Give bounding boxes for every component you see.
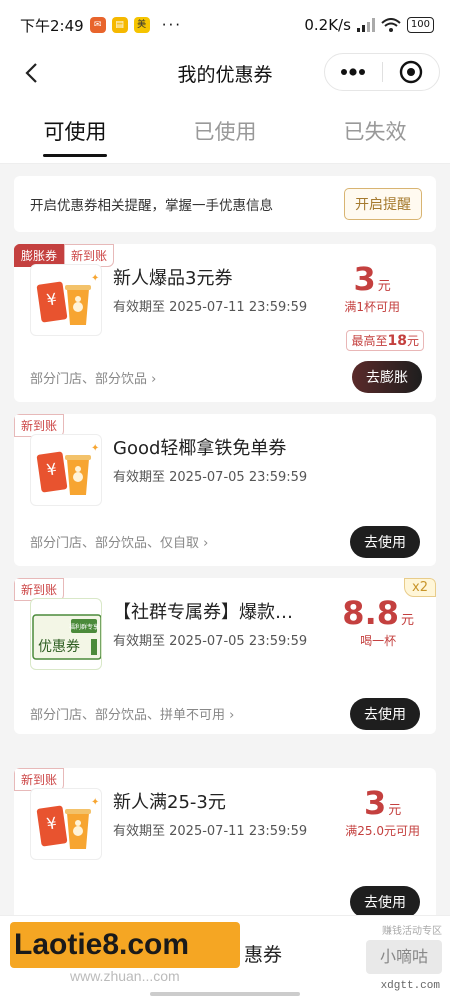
coupon-value: 8.8 元 喝一杯 [342, 594, 414, 649]
coupon-name: 新人满25-3元 [113, 792, 226, 813]
svg-text:✦: ✦ [91, 273, 99, 284]
svg-text:✦: ✦ [91, 443, 99, 454]
status-left: 下午2:49 ✉ ▤ 美 ··· [20, 15, 182, 36]
voucher-stamp: 福利群专享 [69, 623, 99, 631]
coupon-card[interactable]: 新到账 x2 优惠券 福利群专享 【社群专属券】爆款… 有效期至 2025-07… [14, 578, 436, 734]
max-value: 18 [387, 333, 407, 349]
app-notification-icon: ✉ [89, 17, 106, 33]
chevron-right-icon: › [151, 372, 157, 387]
more-menu-button[interactable] [325, 54, 382, 90]
coupon-scope-link[interactable]: 部分门店、部分饮品、仅自取 › [30, 532, 208, 551]
home-indicator [150, 992, 300, 996]
network-speed: 0.2K/s [304, 16, 351, 34]
coupon-card[interactable]: 新到账 ¥ ✦ Good轻椰拿铁免单券 有效期至 2025-07-05 23:5… [14, 414, 436, 566]
voucher-label: 优惠券 [38, 639, 80, 655]
reminder-text: 开启优惠券相关提醒，掌握一手优惠信息 [30, 198, 273, 214]
coupon-drink-icon: ¥ ✦ [36, 797, 99, 849]
bottom-coupon-label[interactable]: 惠券 [244, 940, 282, 967]
status-right: 0.2K/s 100 [304, 16, 434, 34]
coupon-thumbnail: ¥ ✦ [30, 264, 102, 336]
coupon-unit: 元 [400, 613, 414, 628]
max-value-badge: 最高至18元 [346, 330, 424, 351]
watermark-url: xdgtt.com [380, 980, 440, 992]
coupon-amount: 8.8 [342, 594, 399, 632]
tab-available[interactable]: 可使用 [0, 96, 150, 163]
coupon-thumbnail: 优惠券 福利群专享 [30, 598, 102, 670]
app-notification-icon: 美 [133, 17, 150, 33]
more-dots-icon [341, 68, 366, 76]
coupon-thumbnail: ¥ ✦ [30, 788, 102, 860]
coupon-name: 【社群专属券】爆款… [113, 602, 293, 623]
coupon-amount: 3 [353, 260, 376, 298]
coupon-tabs: 可使用 已使用 已失效 [0, 96, 450, 164]
battery-icon: 100 [406, 17, 434, 33]
chevron-right-icon: › [229, 708, 235, 723]
green-voucher-icon: 优惠券 福利群专享 [32, 614, 101, 660]
coupon-condition: 满1杯可用 [344, 300, 400, 314]
watermark-sub-text: www.zhuan...com [70, 968, 180, 984]
expand-coupon-button[interactable]: 去膨胀 [352, 361, 422, 393]
use-coupon-button[interactable]: 去使用 [350, 698, 420, 730]
coupon-validity: 有效期至 2025-07-05 23:59:59 [113, 634, 308, 649]
tab-used[interactable]: 已使用 [150, 96, 300, 163]
tab-expired[interactable]: 已失效 [300, 96, 450, 163]
mini-program-capsule [324, 53, 440, 91]
coupon-validity: 有效期至 2025-07-11 23:59:59 [113, 824, 308, 839]
app-notification-icon: ▤ [111, 17, 128, 33]
status-time: 下午2:49 [20, 16, 84, 35]
max-label: 最高至 [351, 334, 388, 348]
coupon-value: 3元 满25.0元可用 [345, 784, 420, 839]
close-mini-program-button[interactable] [382, 54, 439, 90]
coupon-thumbnail: ¥ ✦ [30, 434, 102, 506]
coupon-value: 3元 满1杯可用 [344, 260, 400, 315]
coupon-amount: 3 [363, 784, 387, 822]
watermark-right-badge: 小嘀咕 [366, 940, 442, 974]
back-arrow-icon[interactable] [18, 58, 48, 88]
coupon-name: Good轻椰拿铁免单券 [113, 438, 287, 459]
coupon-drink-icon: ¥ ✦ [36, 443, 99, 495]
max-unit: 元 [406, 334, 419, 348]
target-close-icon [399, 60, 422, 84]
svg-text:✦: ✦ [91, 797, 99, 808]
wifi-icon [381, 18, 401, 32]
coupon-card[interactable]: 膨胀券 新到账 ¥ ✦ 新人爆品3元券 有效期至 2025-07-11 23:5… [14, 244, 436, 402]
coupon-name: 新人爆品3元券 [113, 268, 233, 289]
use-coupon-button[interactable]: 去使用 [350, 886, 420, 918]
coupon-card[interactable]: 新到账 ¥ ✦ 新人满25-3元 有效期至 2025-07-11 23:59:5… [14, 768, 436, 928]
watermark-logo-text: Laotie8.com [14, 928, 190, 961]
coupon-scope-link[interactable]: 部分门店、部分饮品 › [30, 368, 156, 387]
nav-bar: 我的优惠券 [0, 50, 450, 96]
reminder-notice: 开启优惠券相关提醒，掌握一手优惠信息 开启提醒 [14, 176, 436, 232]
coupon-unit: 元 [377, 279, 391, 294]
coupon-validity: 有效期至 2025-07-05 23:59:59 [113, 470, 308, 485]
coupon-condition: 满25.0元可用 [345, 824, 420, 838]
status-more: ··· [161, 16, 182, 34]
coupon-validity: 有效期至 2025-07-11 23:59:59 [113, 300, 308, 315]
coupon-scope: 部分门店、部分饮品、仅自取 [30, 536, 200, 551]
coupon-scope: 部分门店、部分饮品 [30, 372, 148, 387]
signal-icon [356, 18, 375, 32]
coupon-scope: 部分门店、部分饮品、拼单不可用 [30, 708, 226, 723]
watermark-small-text: 赚钱活动专区 [382, 926, 442, 937]
coupon-unit: 元 [388, 803, 402, 818]
use-coupon-button[interactable]: 去使用 [350, 526, 420, 558]
chevron-right-icon: › [203, 536, 209, 551]
coupon-scope-link[interactable]: 部分门店、部分饮品、拼单不可用 › [30, 704, 234, 723]
enable-reminder-button[interactable]: 开启提醒 [344, 188, 422, 220]
coupon-drink-icon: ¥ ✦ [36, 273, 99, 325]
status-bar: 下午2:49 ✉ ▤ 美 ··· 0.2K/s 100 [0, 0, 450, 50]
coupon-condition: 喝一杯 [360, 634, 397, 648]
